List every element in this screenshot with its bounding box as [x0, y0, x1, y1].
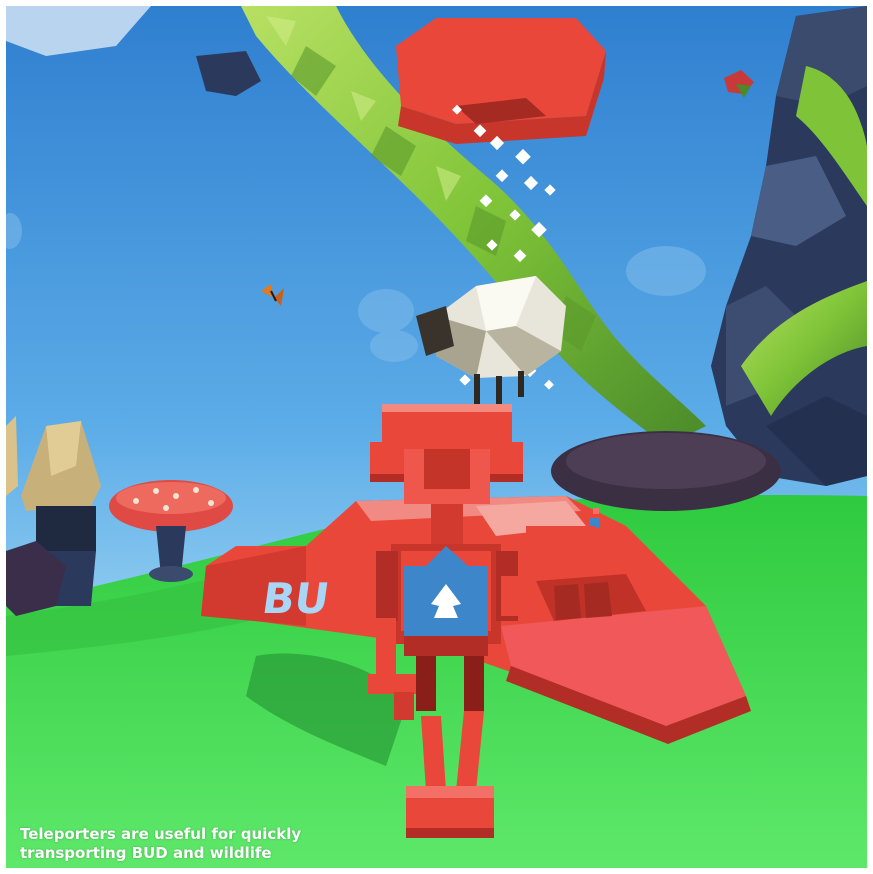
caption-line-2: transporting BUD and wildlife [20, 844, 272, 862]
teleporter-ring [396, 18, 606, 144]
bud-sign: BU [259, 574, 332, 623]
image-caption: Teleporters are useful for quickly trans… [20, 825, 440, 863]
caption-line-1: Teleporters are useful for quickly [20, 825, 302, 843]
game-scene: BU [6, 6, 867, 868]
game-viewport: BU Teleporters are useful for quickly tr… [6, 6, 867, 868]
